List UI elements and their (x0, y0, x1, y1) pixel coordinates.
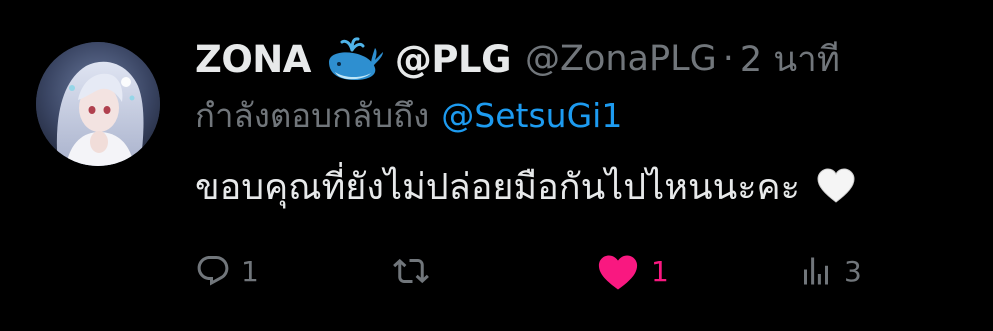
white-heart-emoji-icon (816, 168, 856, 204)
tweet[interactable]: ZONA @PLG @ZonaPLG · 2 นาที กำลังตอบกลับ… (0, 0, 993, 331)
tweet-header: ZONA @PLG @ZonaPLG · 2 นาที (195, 30, 985, 88)
avatar-image (36, 42, 160, 166)
separator-dot: · (722, 39, 734, 79)
like-button[interactable]: 1 (595, 248, 669, 294)
views-count: 3 (844, 254, 862, 288)
reply-prefix: กำลังตอบกลับถึง (195, 95, 430, 135)
like-count: 1 (651, 254, 669, 288)
avatar[interactable] (36, 42, 160, 166)
tweet-actions: 1 1 3 (195, 248, 895, 294)
reply-icon (197, 256, 229, 286)
views-button[interactable]: 3 (798, 248, 862, 294)
tweet-text: ขอบคุณที่ยังไม่ปล่อยมือกันไปไหนนะคะ (195, 156, 985, 216)
tweet-text-content: ขอบคุณที่ยังไม่ปล่อยมือกันไปไหนนะคะ (195, 166, 800, 208)
user-handle[interactable]: @ZonaPLG (525, 39, 717, 79)
views-chart-icon (804, 257, 828, 285)
whale-emoji-icon (325, 36, 385, 82)
display-name-suffix[interactable]: @PLG (395, 38, 512, 81)
reply-count: 1 (241, 254, 259, 288)
tweet-content: ZONA @PLG @ZonaPLG · 2 นาที กำลังตอบกลับ… (195, 30, 985, 216)
reply-mention-link[interactable]: @SetsuGi1 (441, 96, 622, 135)
retweet-icon (393, 258, 429, 284)
timestamp[interactable]: 2 นาที (740, 32, 840, 87)
reply-context: กำลังตอบกลับถึง @SetsuGi1 (195, 88, 985, 142)
retweet-button[interactable] (393, 248, 439, 294)
display-name[interactable]: ZONA (195, 38, 311, 81)
reply-button[interactable]: 1 (195, 248, 259, 294)
heart-filled-icon (598, 255, 638, 290)
